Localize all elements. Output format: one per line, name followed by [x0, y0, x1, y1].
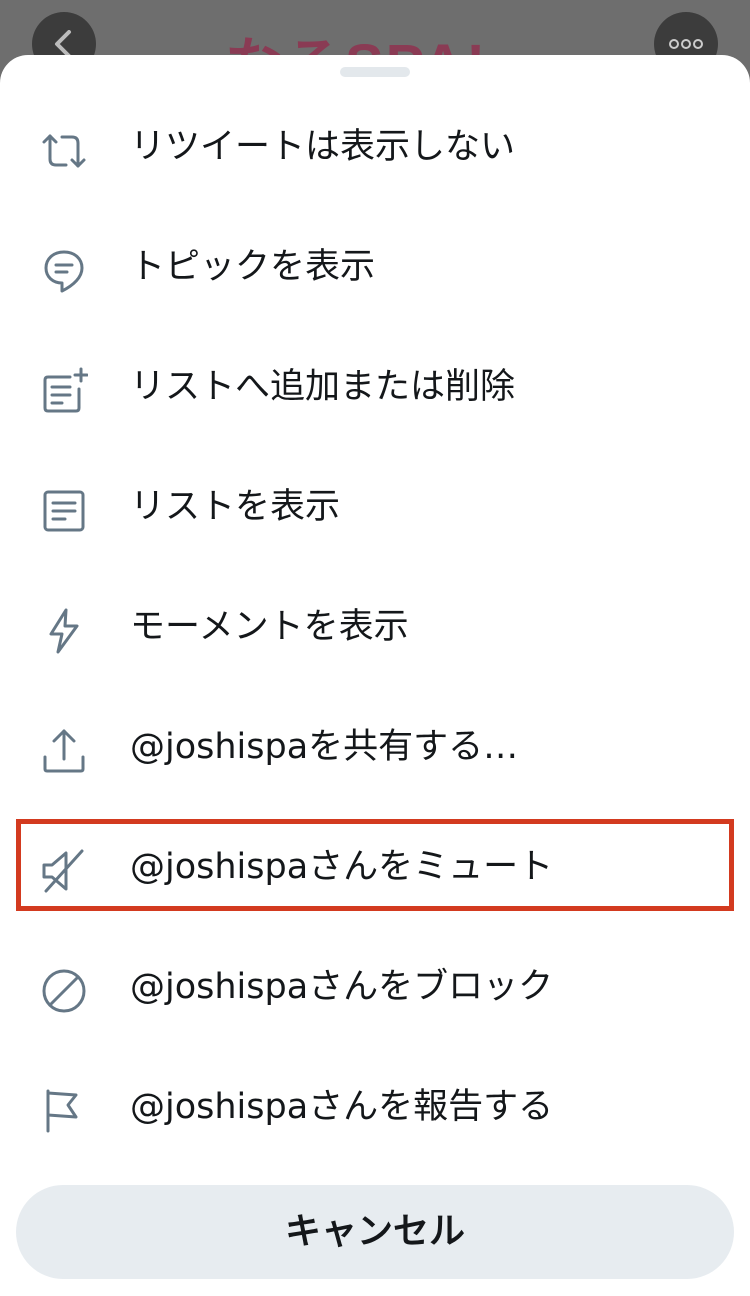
menu-item-label: @joshispaさんを報告する — [130, 1087, 554, 1127]
ellipsis-icon — [669, 39, 703, 49]
chevron-left-icon — [55, 30, 71, 58]
menu-item-view-lists[interactable]: リストを表示 — [0, 447, 750, 567]
lightning-icon — [40, 607, 88, 655]
menu-item-label: @joshispaさんをブロック — [130, 967, 554, 1007]
menu-item-add-remove-list[interactable]: リストへ追加または削除 — [0, 327, 750, 447]
topic-icon — [40, 247, 88, 295]
cancel-button[interactable]: キャンセル — [16, 1185, 734, 1279]
menu-item-label: モーメントを表示 — [130, 607, 409, 647]
menu-item-label: リツイートは表示しない — [130, 127, 516, 167]
menu-item-block-user[interactable]: @joshispaさんをブロック — [0, 927, 750, 1047]
menu-item-label: リストを表示 — [130, 487, 341, 527]
highlight-box — [16, 819, 734, 911]
share-icon — [40, 727, 88, 775]
sheet-handle[interactable] — [340, 67, 410, 77]
menu-item-report-user[interactable]: @joshispaさんを報告する — [0, 1047, 750, 1167]
list-icon — [40, 487, 88, 535]
flag-icon — [40, 1087, 88, 1135]
menu-item-share-profile[interactable]: @joshispaを共有する… — [0, 687, 750, 807]
menu-item-view-moments[interactable]: モーメントを表示 — [0, 567, 750, 687]
menu-item-label: トピックを表示 — [130, 247, 376, 287]
block-icon — [40, 967, 88, 1015]
list-add-icon — [40, 367, 88, 415]
menu-item-hide-retweets[interactable]: リツイートは表示しない — [0, 87, 750, 207]
menu-item-label: リストへ追加または削除 — [130, 367, 516, 407]
action-sheet: リツイートは表示しない トピックを表示 リストへ追加または削除 リストを表示 モ… — [0, 55, 750, 1296]
menu-item-label: @joshispaを共有する… — [130, 727, 519, 767]
menu-item-show-topics[interactable]: トピックを表示 — [0, 207, 750, 327]
retweet-icon — [40, 127, 88, 175]
